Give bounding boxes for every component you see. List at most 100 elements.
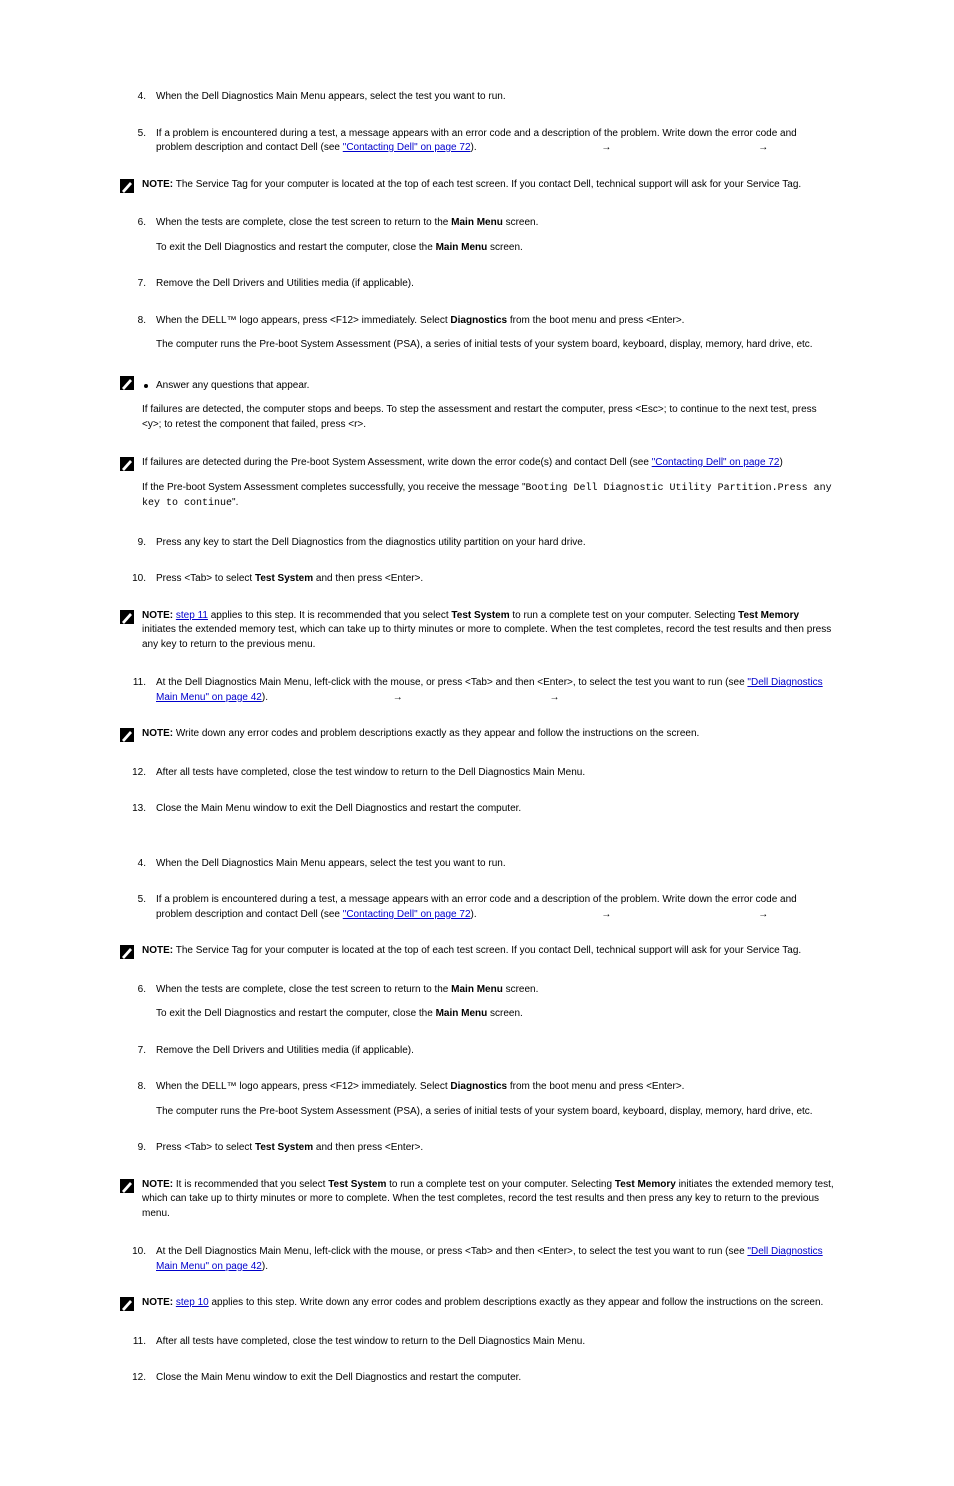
note-icon [120, 457, 134, 471]
step-body: When the Dell Diagnostics Main Menu appe… [156, 90, 834, 115]
arrow-icon: → [548, 691, 562, 706]
step-body: When the DELL™ logo appears, press <F12>… [156, 1080, 834, 1129]
step-text: Press <Tab> to select Test System and th… [156, 572, 834, 587]
step-5b: 5. If a problem is encountered during a … [120, 893, 834, 932]
step-5: 5. If a problem is encountered during a … [120, 127, 834, 166]
step-body: Remove the Dell Drivers and Utilities me… [156, 1044, 834, 1069]
step-text: When the DELL™ logo appears, press <F12>… [156, 1080, 834, 1095]
step-body: When the tests are complete, close the t… [156, 216, 834, 265]
step-text: At the Dell Diagnostics Main Menu, left-… [156, 676, 834, 705]
note-row: NOTE: The Service Tag for your computer … [120, 944, 834, 969]
note-row: If failures are detected during the Pre-… [120, 456, 834, 522]
step-7: 7. Remove the Dell Drivers and Utilities… [120, 277, 834, 302]
step-11-xref-link[interactable]: step 11 [176, 610, 208, 621]
step-body: Close the Main Menu window to exit the D… [156, 802, 834, 827]
note-row: NOTE: step 10 applies to this step. Writ… [120, 1296, 834, 1321]
step-body: After all tests have completed, close th… [156, 766, 834, 791]
note-text: NOTE: step 11 applies to this step. It i… [142, 609, 834, 663]
step-text: Remove the Dell Drivers and Utilities me… [156, 1044, 834, 1059]
contacting-dell-link[interactable]: "Contacting Dell" on page 72 [343, 909, 471, 920]
step-text: When the tests are complete, close the t… [156, 216, 834, 231]
steps-list-a: 4. When the Dell Diagnostics Main Menu a… [120, 90, 834, 166]
steps-list-a-cont3: 11. At the Dell Diagnostics Main Menu, l… [120, 676, 834, 715]
step-text: When the Dell Diagnostics Main Menu appe… [156, 857, 834, 872]
step-7b: 7. Remove the Dell Drivers and Utilities… [120, 1044, 834, 1069]
step-number: 5. [120, 127, 156, 166]
contacting-dell-link[interactable]: "Contacting Dell" on page 72 [652, 457, 780, 468]
note-row: NOTE: It is recommended that you select … [120, 1178, 834, 1232]
step-6: 6. When the tests are complete, close th… [120, 216, 834, 265]
step-number: 9. [120, 536, 156, 561]
note-icon [120, 728, 134, 742]
step-number: 8. [120, 314, 156, 363]
step-number: 4. [120, 90, 156, 115]
arrow-icon: → [756, 908, 770, 923]
step-text: Press <Tab> to select Test System and th… [156, 1141, 834, 1156]
step-text: To exit the Dell Diagnostics and restart… [156, 241, 834, 256]
step-text: The computer runs the Pre-boot System As… [156, 338, 834, 353]
step-12: 12. After all tests have completed, clos… [120, 766, 834, 791]
note-line: If the Pre-boot System Assessment comple… [142, 481, 834, 512]
step-number: 6. [120, 983, 156, 1032]
step-number: 9. [120, 1141, 156, 1166]
step-number: 11. [120, 1335, 156, 1360]
note-row: Answer any questions that appear. If fai… [120, 375, 834, 443]
note-icon [120, 1297, 134, 1311]
step-12b: 12. Close the Main Menu window to exit t… [120, 1371, 834, 1396]
step-10-xref-link[interactable]: step 10 [176, 1297, 209, 1308]
step-number: 10. [120, 572, 156, 597]
step-body: At the Dell Diagnostics Main Menu, left-… [156, 676, 834, 715]
step-body: When the DELL™ logo appears, press <F12>… [156, 314, 834, 363]
step-body: After all tests have completed, close th… [156, 1335, 834, 1360]
contacting-dell-link[interactable]: "Contacting Dell" on page 72 [343, 142, 471, 153]
step-text: When the DELL™ logo appears, press <F12>… [156, 314, 834, 329]
step-9b: 9. Press <Tab> to select Test System and… [120, 1141, 834, 1166]
step-number: 8. [120, 1080, 156, 1129]
note-line: NOTE: step 10 applies to this step. Writ… [142, 1296, 834, 1311]
note-text: NOTE: It is recommended that you select … [142, 1178, 834, 1232]
steps-list-b-cont2: 10. At the Dell Diagnostics Main Menu, l… [120, 1245, 834, 1284]
step-number: 7. [120, 277, 156, 302]
note-row: NOTE: The Service Tag for your computer … [120, 178, 834, 203]
arrow-icon: → [599, 141, 613, 156]
note-icon [120, 179, 134, 193]
note-text: Answer any questions that appear. If fai… [142, 375, 834, 443]
note-line: If failures are detected during the Pre-… [142, 456, 834, 471]
step-text: If a problem is encountered during a tes… [156, 893, 834, 922]
step-text: If a problem is encountered during a tes… [156, 127, 834, 156]
step-number: 7. [120, 1044, 156, 1069]
note-text: NOTE: step 10 applies to this step. Writ… [142, 1296, 834, 1321]
note-text: NOTE: Write down any error codes and pro… [142, 727, 834, 752]
step-text: When the tests are complete, close the t… [156, 983, 834, 998]
note-row: NOTE: step 11 applies to this step. It i… [120, 609, 834, 663]
step-text: Press any key to start the Dell Diagnost… [156, 536, 834, 551]
step-number: 10. [120, 1245, 156, 1284]
note-line: NOTE: step 11 applies to this step. It i… [142, 609, 834, 653]
steps-list-b-cont: 6. When the tests are complete, close th… [120, 983, 834, 1166]
step-body: If a problem is encountered during a tes… [156, 893, 834, 932]
steps-list-a-cont: 6. When the tests are complete, close th… [120, 216, 834, 363]
step-text: When the Dell Diagnostics Main Menu appe… [156, 90, 834, 105]
step-body: Remove the Dell Drivers and Utilities me… [156, 277, 834, 302]
arrow-icon: → [599, 908, 613, 923]
steps-list-a-cont4: 12. After all tests have completed, clos… [120, 766, 834, 827]
step-text: At the Dell Diagnostics Main Menu, left-… [156, 1245, 834, 1274]
note-row: NOTE: Write down any error codes and pro… [120, 727, 834, 752]
step-text: To exit the Dell Diagnostics and restart… [156, 1007, 834, 1022]
step-body: At the Dell Diagnostics Main Menu, left-… [156, 1245, 834, 1284]
step-body: Close the Main Menu window to exit the D… [156, 1371, 834, 1396]
step-number: 13. [120, 802, 156, 827]
step-number: 12. [120, 766, 156, 791]
step-body: Press any key to start the Dell Diagnost… [156, 536, 834, 561]
note-text: NOTE: The Service Tag for your computer … [142, 944, 834, 969]
note-icon [120, 1179, 134, 1193]
step-11b: 11. After all tests have completed, clos… [120, 1335, 834, 1360]
step-number: 5. [120, 893, 156, 932]
note-line: NOTE: Write down any error codes and pro… [142, 727, 834, 742]
note-line: NOTE: It is recommended that you select … [142, 1178, 834, 1222]
note-icon [120, 610, 134, 624]
step-body: Press <Tab> to select Test System and th… [156, 1141, 834, 1166]
step-text: Remove the Dell Drivers and Utilities me… [156, 277, 834, 292]
step-11: 11. At the Dell Diagnostics Main Menu, l… [120, 676, 834, 715]
step-4: 4. When the Dell Diagnostics Main Menu a… [120, 90, 834, 115]
